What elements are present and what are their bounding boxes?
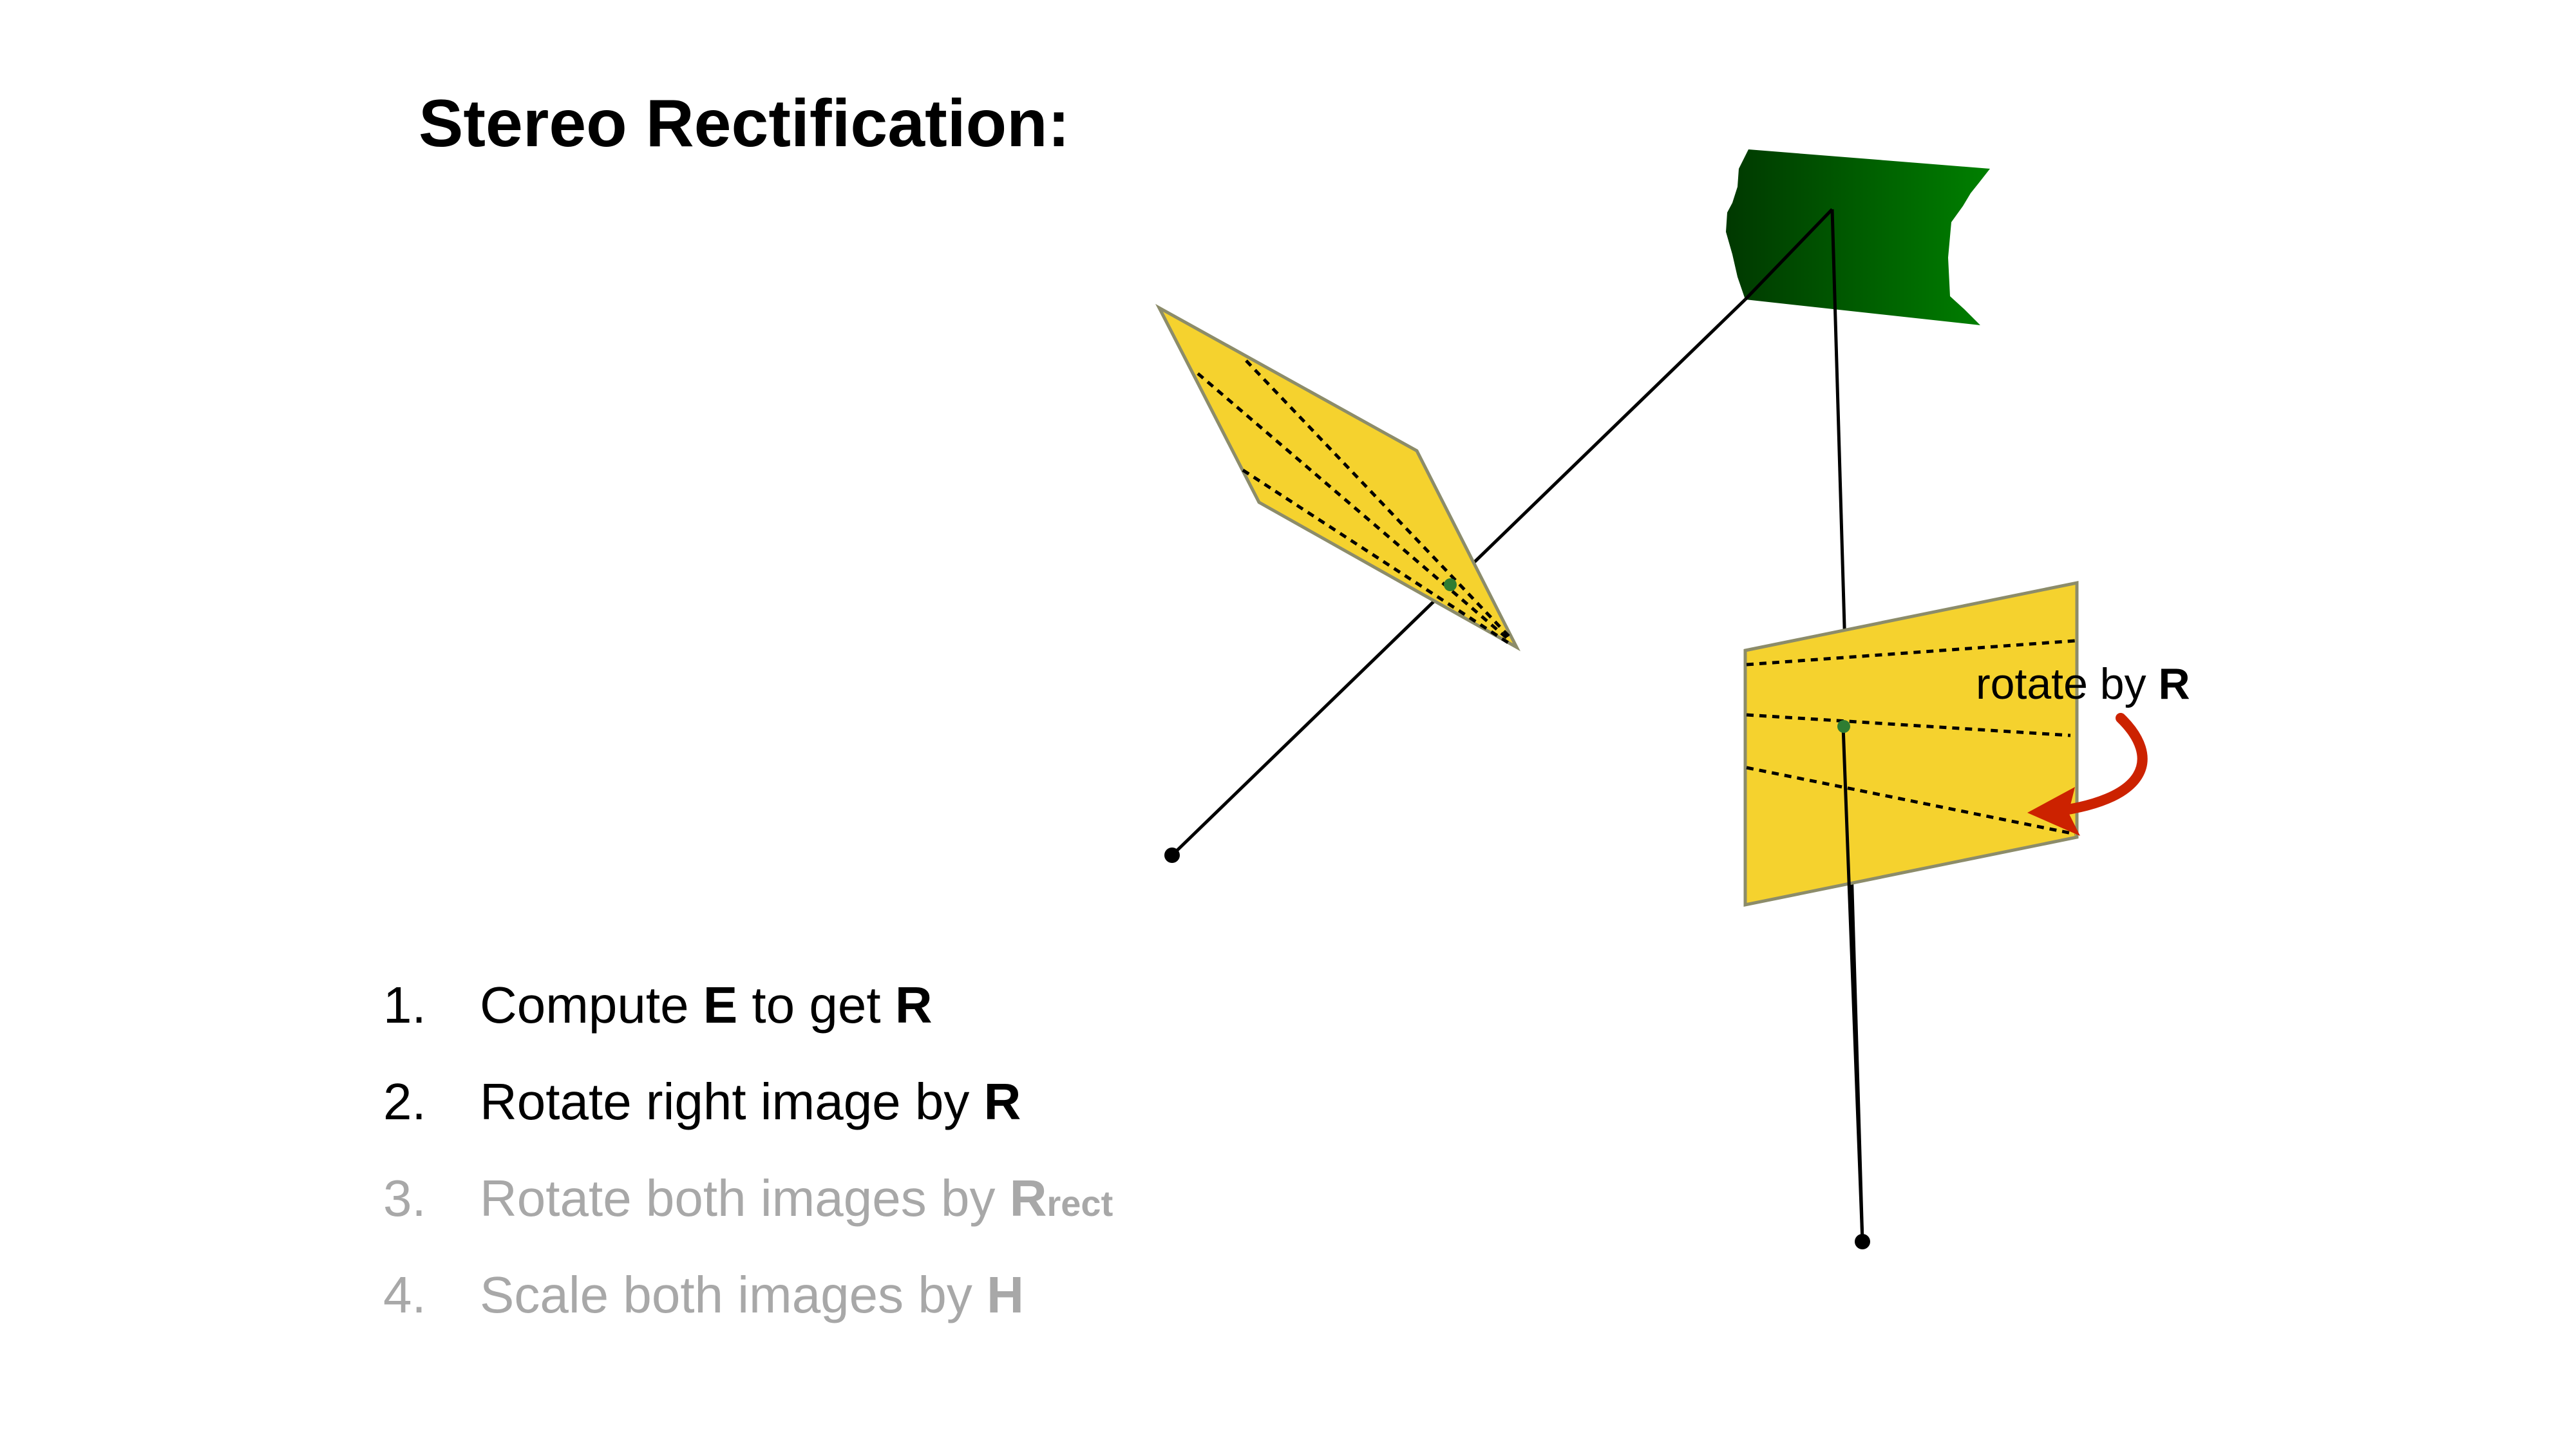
step-text: Rotate both images by: [480, 1170, 1010, 1227]
step-subscript: rect: [1046, 1183, 1113, 1224]
step-item: 4. Scale both images by H: [383, 1265, 1113, 1362]
scene-object: [1726, 149, 1990, 325]
step-item: 1. Compute E to get R: [383, 976, 1113, 1072]
right-image-plane: [1743, 580, 2079, 907]
left-camera-center: [1164, 848, 1180, 863]
step-symbol: R: [895, 976, 933, 1034]
right-projection-point: [1837, 720, 1850, 733]
step-number: 4.: [383, 1266, 426, 1323]
step-number: 2.: [383, 1073, 426, 1130]
step-text: Rotate right image by: [480, 1073, 984, 1130]
step-symbol: E: [703, 976, 738, 1034]
steps-list: 1. Compute E to get R 2. Rotate right image…: [383, 976, 1113, 1362]
right-camera-center: [1855, 1234, 1870, 1249]
step-symbol: H: [987, 1266, 1024, 1323]
left-image-plane: [1155, 303, 1520, 652]
step-text: to get: [737, 976, 895, 1034]
step-symbol: R: [983, 1073, 1021, 1130]
step-number: 3.: [383, 1170, 426, 1227]
rotate-label: rotate by R: [1976, 659, 2190, 708]
step-item: 3. Rotate both images by Rrect: [383, 1169, 1113, 1265]
step-symbol: R: [1009, 1170, 1047, 1227]
step-item: 2. Rotate right image by R: [383, 1072, 1113, 1169]
step-text: Compute: [480, 976, 703, 1034]
left-projection-point: [1444, 578, 1457, 591]
step-text: Scale both images by: [480, 1266, 987, 1323]
step-number: 1.: [383, 976, 426, 1034]
